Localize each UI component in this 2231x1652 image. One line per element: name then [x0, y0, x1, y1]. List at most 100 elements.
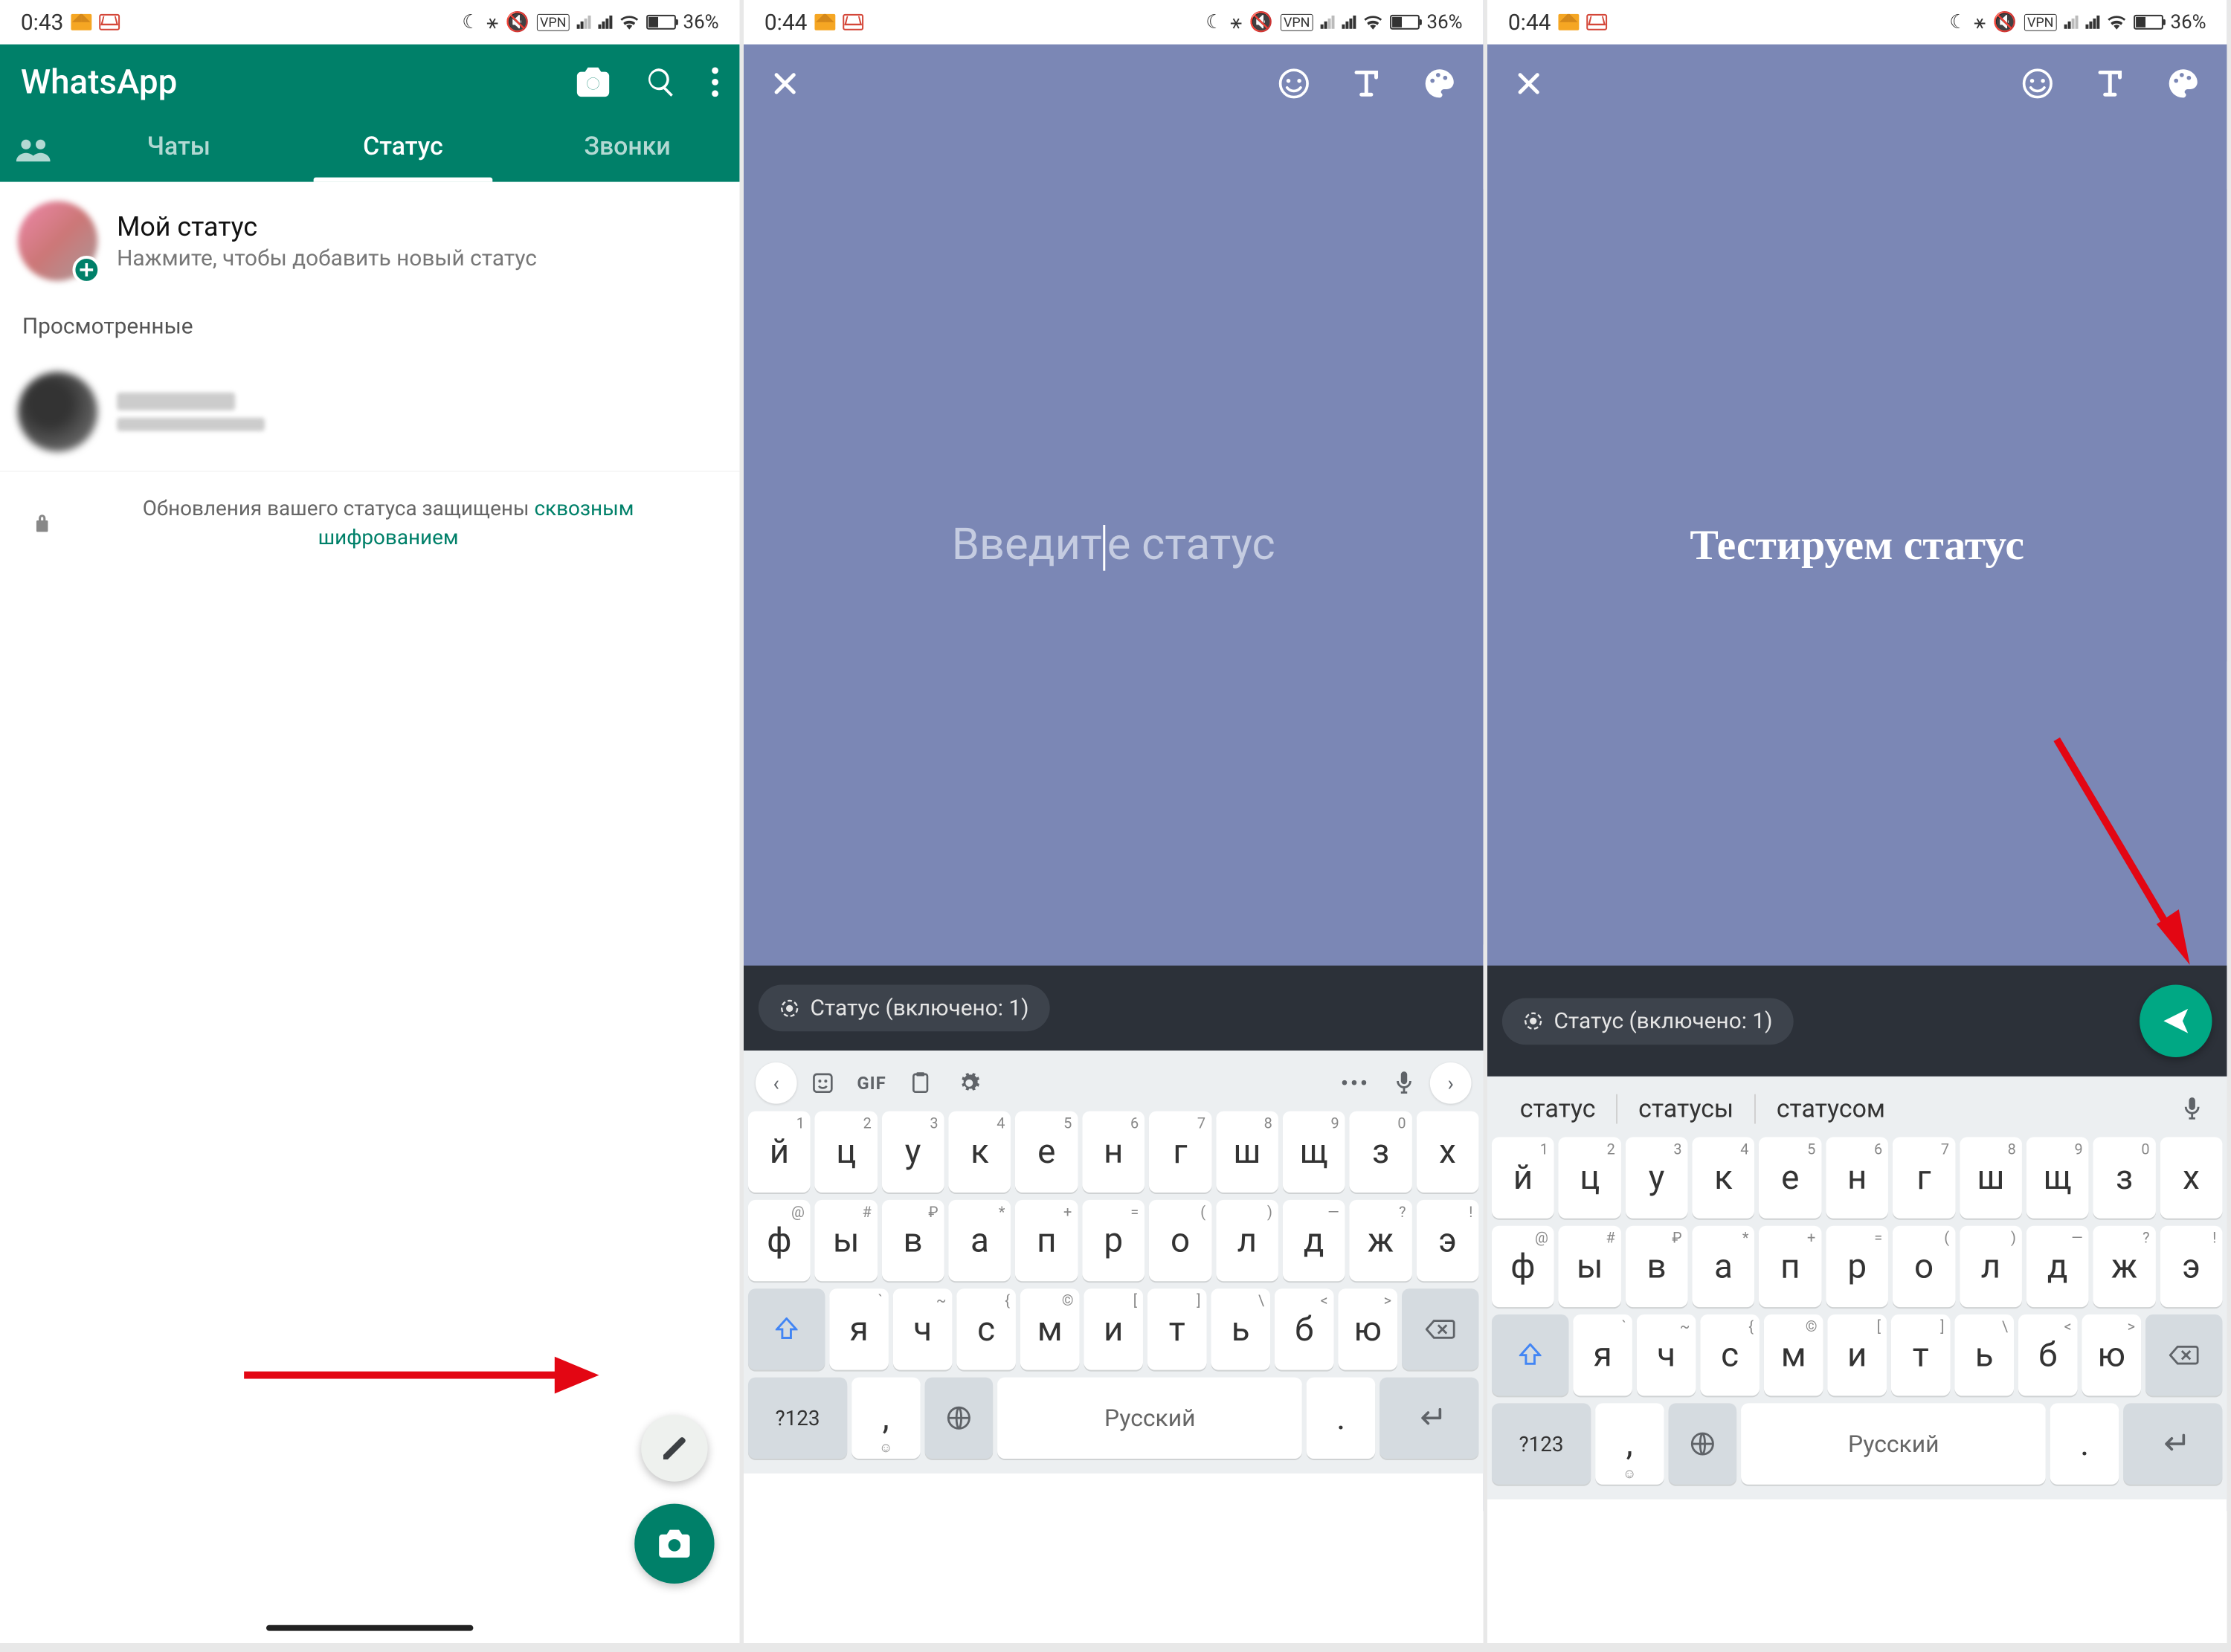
key-language[interactable] [924, 1378, 993, 1459]
suggestion[interactable]: статусы [1617, 1094, 1756, 1124]
text-status-fab[interactable] [641, 1415, 707, 1481]
key-м[interactable]: м© [1020, 1288, 1080, 1369]
key-symbols[interactable]: ?123 [1492, 1403, 1591, 1484]
key-е[interactable]: е5 [1015, 1111, 1078, 1193]
key-п[interactable]: п+ [1759, 1226, 1821, 1307]
key-ч[interactable]: ч~ [893, 1288, 953, 1369]
key-б[interactable]: б< [2018, 1314, 2078, 1396]
key-р[interactable]: р= [1082, 1200, 1145, 1281]
key-ц[interactable]: ц2 [815, 1111, 878, 1193]
key-enter[interactable] [1380, 1378, 1478, 1459]
emoji-icon[interactable] [2021, 67, 2054, 100]
key-ы[interactable]: ы# [815, 1200, 878, 1281]
key-о[interactable]: о( [1149, 1200, 1211, 1281]
key-shift[interactable] [1492, 1314, 1568, 1396]
close-icon[interactable] [1514, 68, 1544, 98]
key-ш[interactable]: ш8 [1960, 1137, 2022, 1218]
kb-mic-icon[interactable] [2169, 1088, 2215, 1130]
key-symbols[interactable]: ?123 [748, 1378, 847, 1459]
my-status-row[interactable]: Мой статус Нажмите, чтобы добавить новый… [0, 182, 739, 300]
status-text-input[interactable]: Введите статус [744, 123, 1483, 966]
tab-status[interactable]: Статус [291, 117, 515, 182]
key-у[interactable]: у3 [1626, 1137, 1688, 1218]
key-п[interactable]: п+ [1015, 1200, 1078, 1281]
key-к[interactable]: к4 [949, 1111, 1011, 1193]
camera-icon[interactable] [576, 66, 611, 99]
key-к[interactable]: к4 [1693, 1137, 1755, 1218]
status-privacy-chip[interactable]: Статус (включено: 1) [1502, 998, 1793, 1045]
kb-sticker-icon[interactable] [800, 1062, 846, 1104]
key-л[interactable]: л) [1960, 1226, 2022, 1307]
key-ж[interactable]: ж? [2093, 1226, 2156, 1307]
key-я[interactable]: я` [1573, 1314, 1632, 1396]
key-щ[interactable]: щ9 [2026, 1137, 2089, 1218]
key-space[interactable]: Русский [997, 1378, 1302, 1459]
key-period[interactable]: . [1307, 1378, 1375, 1459]
key-enter[interactable] [2123, 1403, 2222, 1484]
key-backspace[interactable] [1402, 1288, 1478, 1369]
kb-forward-icon[interactable]: › [1430, 1062, 1472, 1104]
send-button[interactable] [2140, 985, 2212, 1057]
key-backspace[interactable] [2145, 1314, 2222, 1396]
key-ь[interactable]: ь\ [1954, 1314, 2014, 1396]
key-т[interactable]: т] [1147, 1288, 1207, 1369]
key-а[interactable]: а* [949, 1200, 1011, 1281]
kb-gif-button[interactable]: GIF [849, 1062, 895, 1104]
key-з[interactable]: з0 [2093, 1137, 2156, 1218]
kb-mic-icon[interactable] [1381, 1062, 1427, 1104]
key-м[interactable]: м© [1764, 1314, 1823, 1396]
key-и[interactable]: и[ [1827, 1314, 1887, 1396]
key-shift[interactable] [748, 1288, 825, 1369]
key-й[interactable]: й1 [1492, 1137, 1554, 1218]
key-н[interactable]: н6 [1082, 1111, 1145, 1193]
tab-chats[interactable]: Чаты [66, 117, 291, 182]
more-icon[interactable] [712, 67, 719, 97]
key-г[interactable]: г7 [1893, 1137, 1955, 1218]
tab-community[interactable] [0, 123, 66, 175]
key-з[interactable]: з0 [1350, 1111, 1412, 1193]
key-й[interactable]: й1 [748, 1111, 811, 1193]
key-ь[interactable]: ь\ [1211, 1288, 1270, 1369]
key-с[interactable]: с{ [956, 1288, 1016, 1369]
key-н[interactable]: н6 [1826, 1137, 1888, 1218]
viewed-status-row[interactable] [0, 352, 739, 471]
key-д[interactable]: д— [2026, 1226, 2089, 1307]
key-л[interactable]: л) [1216, 1200, 1278, 1281]
key-а[interactable]: а* [1693, 1226, 1755, 1307]
key-ы[interactable]: ы# [1559, 1226, 1621, 1307]
suggestion[interactable]: статусом [1756, 1094, 1906, 1124]
key-ф[interactable]: ф@ [1492, 1226, 1554, 1307]
status-text-input[interactable]: Тестируем статус [1487, 123, 2227, 966]
kb-back-icon[interactable]: ‹ [756, 1062, 797, 1104]
key-и[interactable]: и[ [1084, 1288, 1143, 1369]
font-icon[interactable] [2095, 67, 2125, 100]
key-comma[interactable]: ,☺ [851, 1378, 920, 1459]
key-я[interactable]: я` [829, 1288, 889, 1369]
key-language[interactable] [1668, 1403, 1736, 1484]
status-privacy-chip[interactable]: Статус (включено: 1) [759, 985, 1049, 1032]
key-ю[interactable]: ю> [1338, 1288, 1397, 1369]
key-д[interactable]: д— [1283, 1200, 1345, 1281]
kb-clipboard-icon[interactable] [898, 1062, 944, 1104]
palette-icon[interactable] [1423, 66, 1457, 100]
home-indicator[interactable] [266, 1625, 473, 1631]
kb-more-icon[interactable]: ••• [1333, 1062, 1379, 1104]
key-б[interactable]: б< [1275, 1288, 1334, 1369]
camera-status-fab[interactable] [634, 1504, 714, 1584]
key-т[interactable]: т] [1891, 1314, 1951, 1396]
tab-calls[interactable]: Звонки [515, 117, 740, 182]
key-period[interactable]: . [2050, 1403, 2119, 1484]
key-ф[interactable]: ф@ [748, 1200, 811, 1281]
key-ж[interactable]: ж? [1350, 1200, 1412, 1281]
key-ч[interactable]: ч~ [1637, 1314, 1696, 1396]
key-е[interactable]: е5 [1759, 1137, 1821, 1218]
key-ю[interactable]: ю> [2082, 1314, 2141, 1396]
key-comma[interactable]: ,☺ [1595, 1403, 1664, 1484]
key-в[interactable]: в₽ [1626, 1226, 1688, 1307]
palette-icon[interactable] [2166, 66, 2201, 100]
emoji-icon[interactable] [1278, 67, 1310, 100]
key-в[interactable]: в₽ [882, 1200, 944, 1281]
suggestion[interactable]: статус [1499, 1094, 1617, 1124]
key-у[interactable]: у3 [882, 1111, 944, 1193]
key-щ[interactable]: щ9 [1283, 1111, 1345, 1193]
